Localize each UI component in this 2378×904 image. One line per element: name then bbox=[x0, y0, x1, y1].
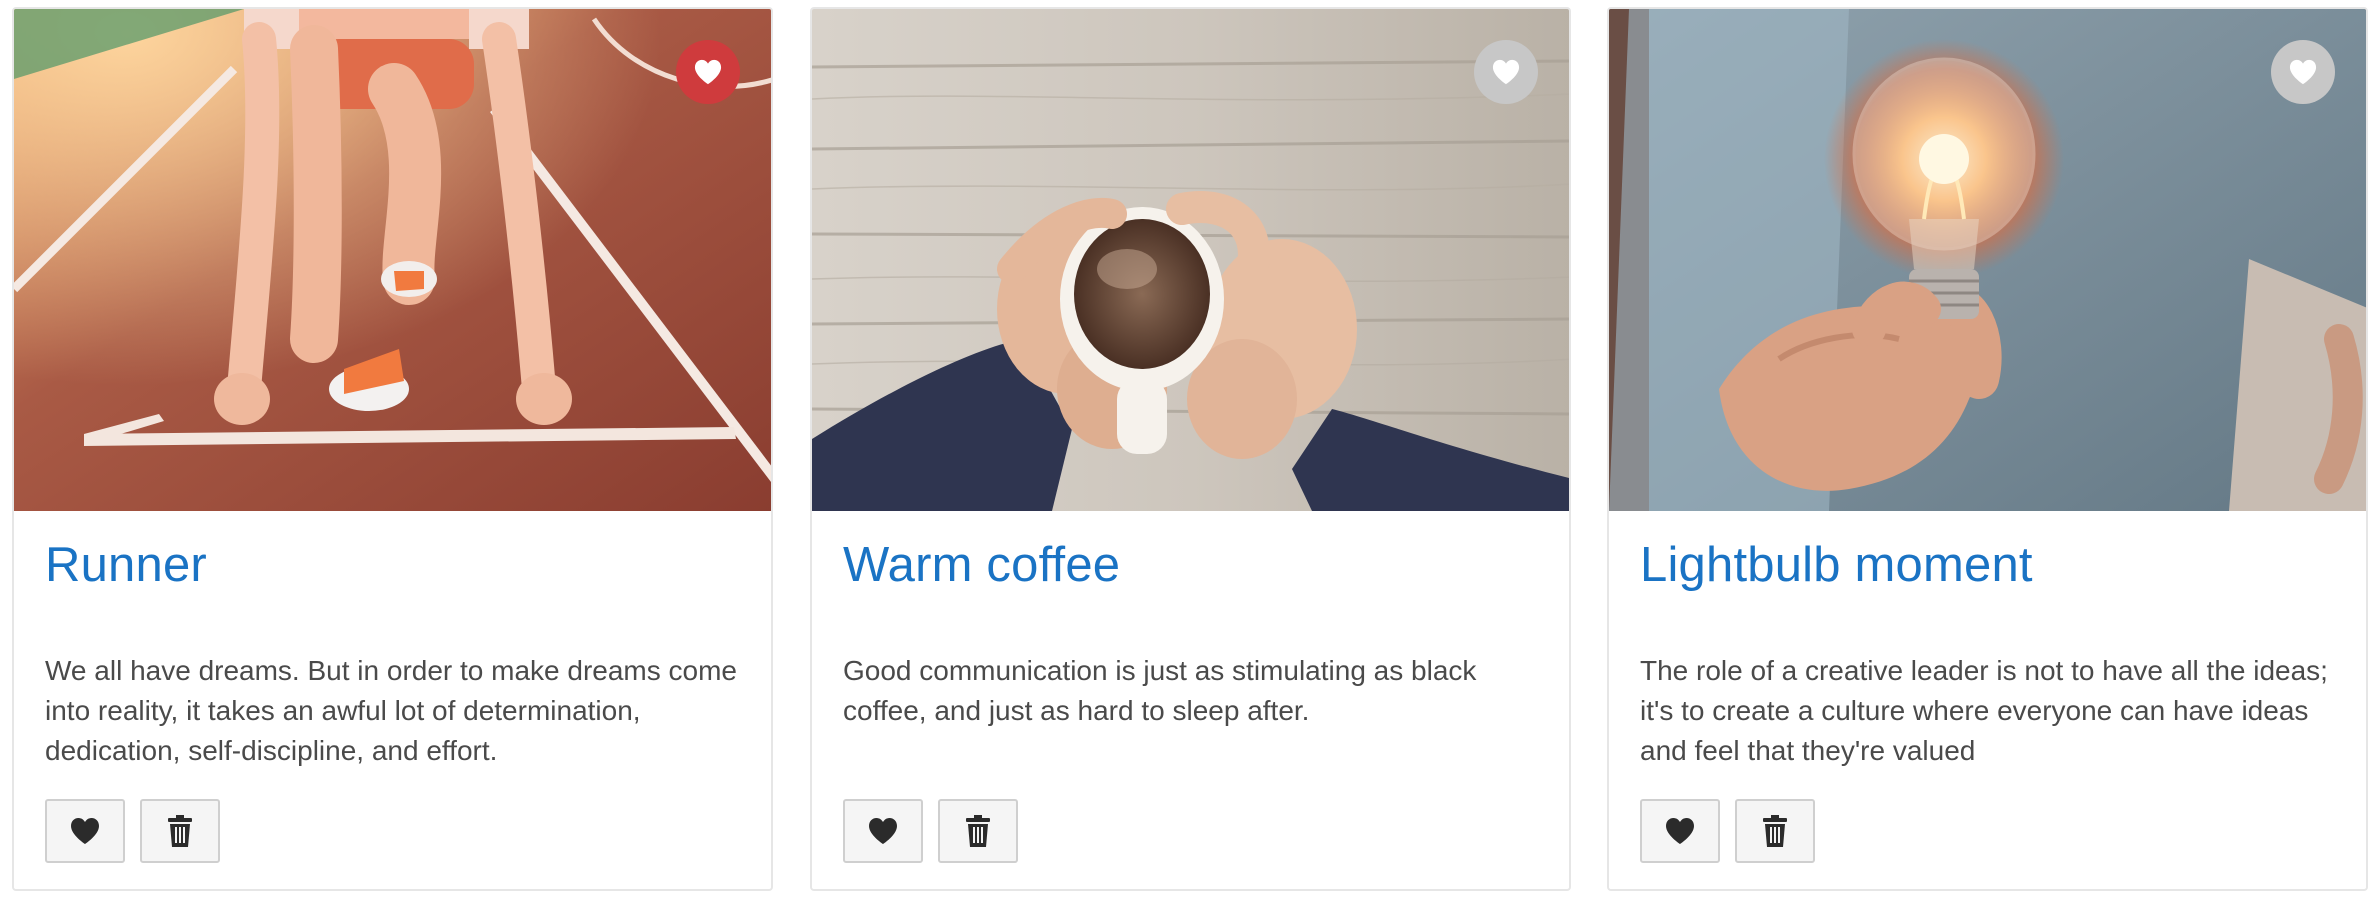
favorite-badge[interactable] bbox=[1474, 40, 1538, 104]
like-button[interactable] bbox=[1640, 799, 1720, 863]
favorite-badge[interactable] bbox=[676, 40, 740, 104]
card-description: The role of a creative leader is not to … bbox=[1640, 655, 2328, 766]
delete-button[interactable] bbox=[1735, 799, 1815, 863]
heart-icon bbox=[694, 59, 722, 85]
card-title: Runner bbox=[45, 538, 207, 592]
card-runner: Runner We all have dreams. But in order … bbox=[12, 7, 773, 891]
like-button[interactable] bbox=[45, 799, 125, 863]
card-title: Lightbulb moment bbox=[1640, 538, 2033, 592]
card-lightbulb-moment: Lightbulb moment The role of a creative … bbox=[1607, 7, 2368, 891]
delete-button[interactable] bbox=[140, 799, 220, 863]
card-title: Warm coffee bbox=[843, 538, 1121, 592]
coffee-photo bbox=[812, 9, 1569, 511]
heart-icon bbox=[71, 818, 99, 844]
trash-icon bbox=[966, 815, 990, 847]
card-image-lightbulb bbox=[1609, 9, 2366, 511]
heart-icon bbox=[2289, 59, 2317, 85]
card-description: Good communication is just as stimulatin… bbox=[843, 655, 1477, 726]
heart-icon bbox=[1666, 818, 1694, 844]
card-image-runner bbox=[14, 9, 771, 511]
trash-icon bbox=[168, 815, 192, 847]
card-warm-coffee: Warm coffee Good communication is just a… bbox=[810, 7, 1571, 891]
card-grid: Runner We all have dreams. But in order … bbox=[0, 0, 2378, 904]
card-description: We all have dreams. But in order to make… bbox=[45, 655, 738, 766]
lightbulb-photo bbox=[1609, 9, 2366, 511]
favorite-badge[interactable] bbox=[2271, 40, 2335, 104]
delete-button[interactable] bbox=[938, 799, 1018, 863]
heart-icon bbox=[869, 818, 897, 844]
like-button[interactable] bbox=[843, 799, 923, 863]
heart-icon bbox=[1492, 59, 1520, 85]
card-image-coffee bbox=[812, 9, 1569, 511]
trash-icon bbox=[1763, 815, 1787, 847]
runner-photo bbox=[14, 9, 771, 511]
